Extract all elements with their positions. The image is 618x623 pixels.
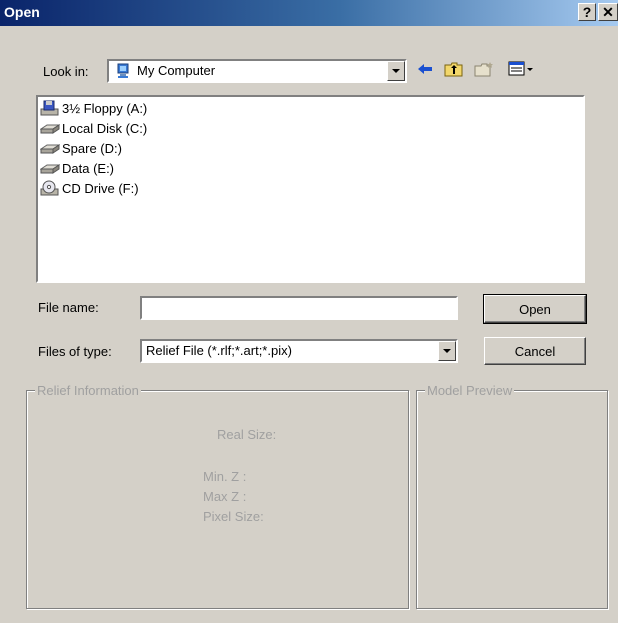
file-name-label: File name:: [38, 300, 99, 315]
cancel-button[interactable]: Cancel: [484, 337, 586, 365]
list-item[interactable]: 3½ Floppy (A:): [40, 99, 147, 117]
view-menu-icon[interactable]: [508, 61, 534, 80]
relief-information-group: Relief Information Real Size: Min. Z : M…: [26, 383, 409, 609]
list-item-label: Spare (D:): [62, 140, 122, 156]
file-name-input[interactable]: [140, 296, 458, 320]
list-item-label: 3½ Floppy (A:): [62, 100, 148, 116]
open-dialog: Open ? ✕ Look in: My Computer 3½ Floppy …: [0, 0, 618, 623]
help-button[interactable]: ?: [578, 3, 596, 21]
chevron-down-icon[interactable]: [438, 341, 456, 361]
open-button[interactable]: Open: [483, 294, 587, 324]
min-z-label: Min. Z :: [203, 469, 247, 484]
list-item-label: Local Disk (C:): [62, 120, 148, 136]
hard-disk-icon: [39, 140, 61, 156]
max-z-label: Max Z :: [203, 489, 247, 504]
look-in-label: Look in:: [43, 64, 89, 79]
back-arrow-icon[interactable]: [416, 61, 434, 80]
model-preview-title: Model Preview: [425, 383, 515, 398]
close-button[interactable]: ✕: [598, 3, 618, 21]
cd-drive-icon: [40, 180, 60, 196]
computer-icon: [115, 63, 131, 82]
real-size-label: Real Size:: [217, 427, 277, 442]
list-item[interactable]: CD Drive (F:): [40, 179, 139, 197]
list-item-label: CD Drive (F:): [62, 180, 139, 196]
title-bar[interactable]: Open ? ✕: [0, 0, 618, 26]
floppy-drive-icon: [40, 100, 60, 116]
list-item[interactable]: Data (E:): [39, 159, 115, 177]
chevron-down-icon[interactable]: [387, 61, 405, 81]
file-list[interactable]: 3½ Floppy (A:) Local Disk (C:) Spare (D:…: [36, 95, 585, 283]
list-item[interactable]: Local Disk (C:): [39, 119, 148, 137]
pixel-size-label: Pixel Size:: [203, 509, 264, 524]
list-item[interactable]: Spare (D:): [39, 139, 122, 157]
look-in-dropdown[interactable]: My Computer: [107, 59, 407, 83]
files-of-type-dropdown[interactable]: Relief File (*.rlf;*.art;*.pix): [140, 339, 458, 363]
new-folder-icon[interactable]: [474, 61, 494, 80]
files-of-type-value: Relief File (*.rlf;*.art;*.pix): [146, 343, 292, 358]
look-in-value: My Computer: [137, 63, 216, 78]
dialog-title: Open: [4, 4, 40, 20]
relief-information-title: Relief Information: [35, 383, 141, 398]
hard-disk-icon: [39, 160, 61, 176]
list-item-label: Data (E:): [62, 160, 115, 176]
up-folder-icon[interactable]: [444, 61, 464, 80]
model-preview-group: Model Preview: [416, 383, 608, 609]
files-of-type-label: Files of type:: [38, 344, 112, 359]
hard-disk-icon: [39, 120, 61, 136]
